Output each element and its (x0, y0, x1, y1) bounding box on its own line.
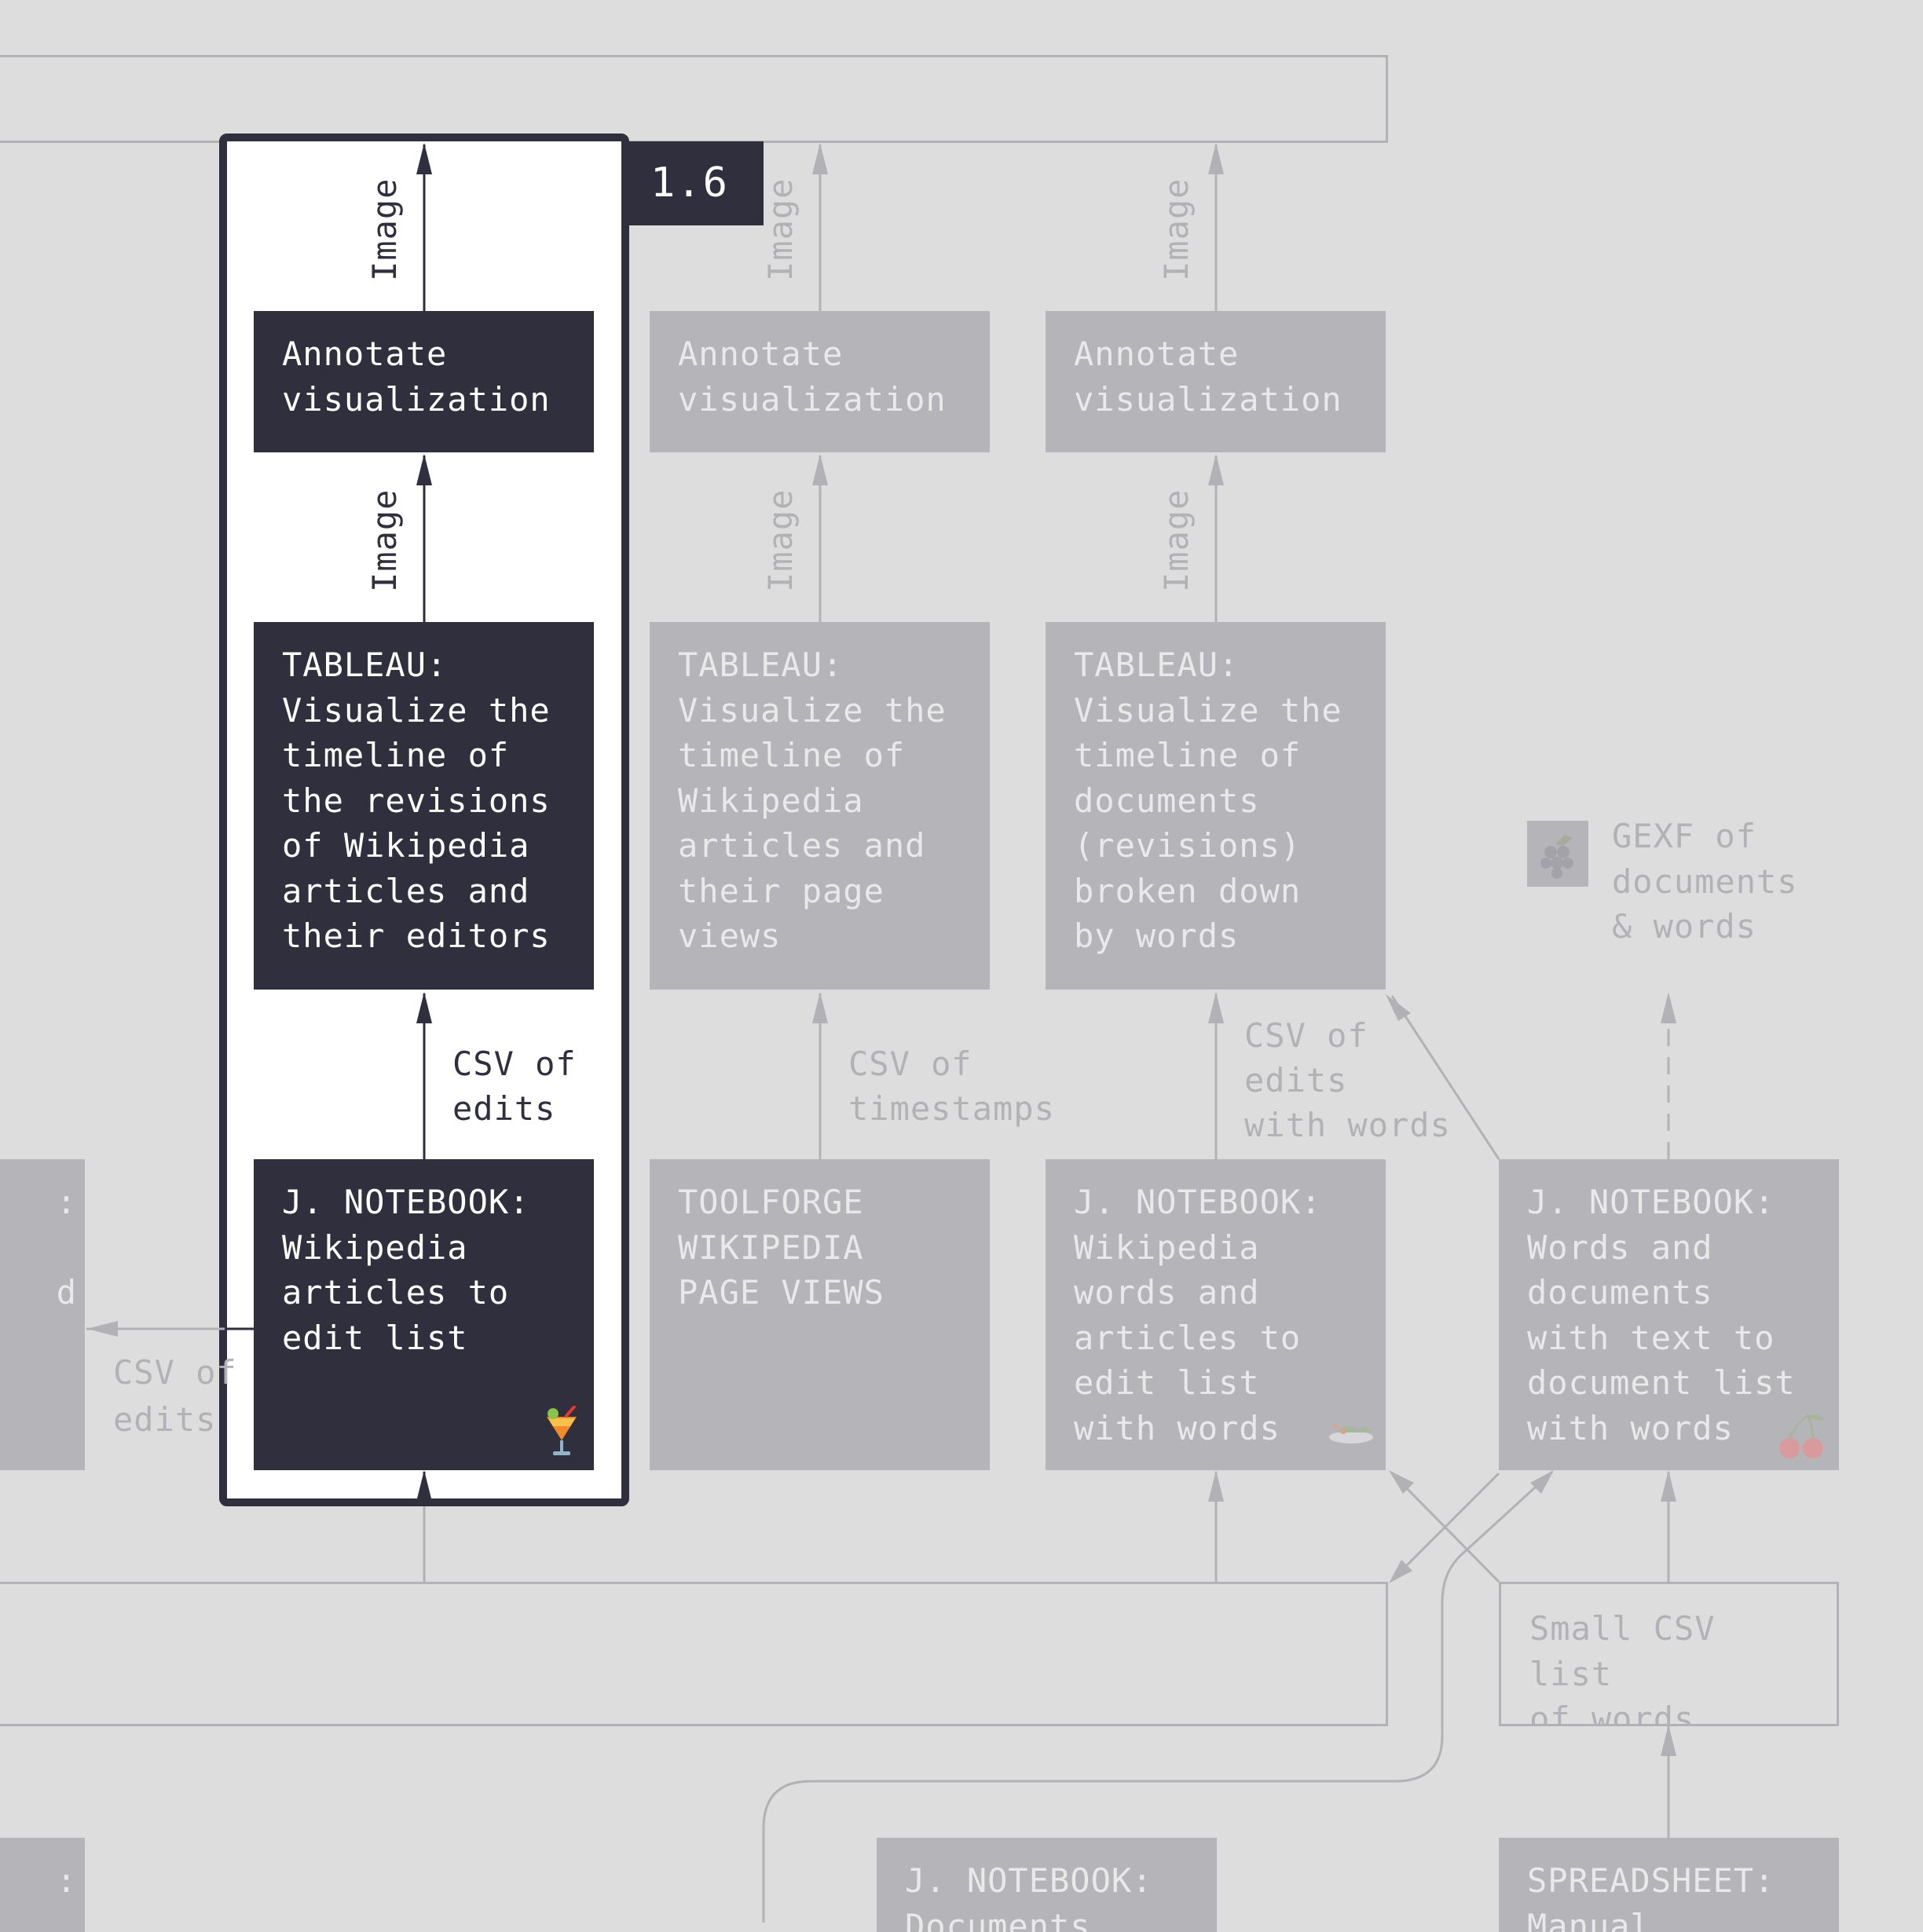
arrowhead-csv-timestamps (812, 992, 828, 1023)
gexf-documents-words-label[interactable]: GEXF of documents & words (1612, 814, 1798, 950)
edge-label-image-middle: Image (365, 488, 404, 592)
edge-label-image-2b: Image (761, 488, 800, 592)
arrowhead-image-2b (812, 454, 828, 485)
annotate-visualization-node-1[interactable]: Annotate visualization (254, 311, 594, 452)
arrowhead-notebook-words (1208, 1470, 1224, 1502)
edge-label-csv-edits: CSV of edits (452, 1045, 577, 1128)
edge-label-image-3b: Image (1157, 488, 1196, 592)
grapes-icon (1527, 821, 1588, 887)
bottom-notebook-node[interactable]: J. NOTEBOOK: Documents with (877, 1838, 1217, 1932)
arrowhead-csv-edits-words (1208, 992, 1224, 1023)
arrowhead-image-3a (1208, 143, 1224, 174)
edge-label-csv-edits-words: CSV of edits with words (1244, 1016, 1451, 1144)
tableau-documents-words-node[interactable]: TABLEAU: Visualize the timeline of docum… (1046, 622, 1386, 990)
arrowhead-gexf (1661, 992, 1676, 1023)
arrowhead-image-top (416, 143, 432, 174)
toolforge-page-views-node[interactable]: TOOLFORGE WIKIPEDIA PAGE VIEWS (650, 1159, 990, 1470)
arrowhead-image-2a (812, 143, 828, 174)
arrowhead-smallcsv (1661, 1725, 1676, 1756)
arrowhead-image-middle (416, 454, 432, 485)
edge-label-image-3a: Image (1157, 177, 1196, 281)
bottom-spreadsheet-node[interactable]: SPREADSHEET: Manual (1499, 1838, 1839, 1932)
annotate-visualization-node-2[interactable]: Annotate visualization (650, 311, 990, 452)
cocktail-icon (542, 1404, 581, 1462)
cherries-icon (1777, 1412, 1829, 1464)
tableau-page-views-node[interactable]: TABLEAU: Visualize the timeline of Wikip… (650, 622, 990, 990)
salad-icon (1326, 1415, 1376, 1450)
arrowhead-into-notebook (416, 1470, 432, 1502)
arrowhead-notebook-docs (1661, 1470, 1676, 1502)
tableau-revisions-editors-node[interactable]: TABLEAU: Visualize the timeline of the r… (254, 622, 594, 990)
arrowhead-left-csv (86, 1321, 118, 1337)
small-csv-words-node[interactable]: Small CSV list of words (<10) (1499, 1582, 1839, 1726)
arrowhead-csv-edits (416, 992, 432, 1023)
annotate-visualization-node-3[interactable]: Annotate visualization (1046, 311, 1386, 452)
left-partial-node-top[interactable]: : d (0, 1159, 85, 1470)
arrowhead-image-3b (1208, 454, 1224, 485)
left-partial-node-bottom[interactable]: : (0, 1838, 85, 1932)
edge-label-image-2a: Image (761, 177, 800, 281)
edge-label-csv-edits-left: CSV of edits (113, 1353, 237, 1439)
edge-label-image-top: Image (365, 177, 404, 281)
edge-label-csv-timestamps: CSV of timestamps (848, 1045, 1055, 1128)
